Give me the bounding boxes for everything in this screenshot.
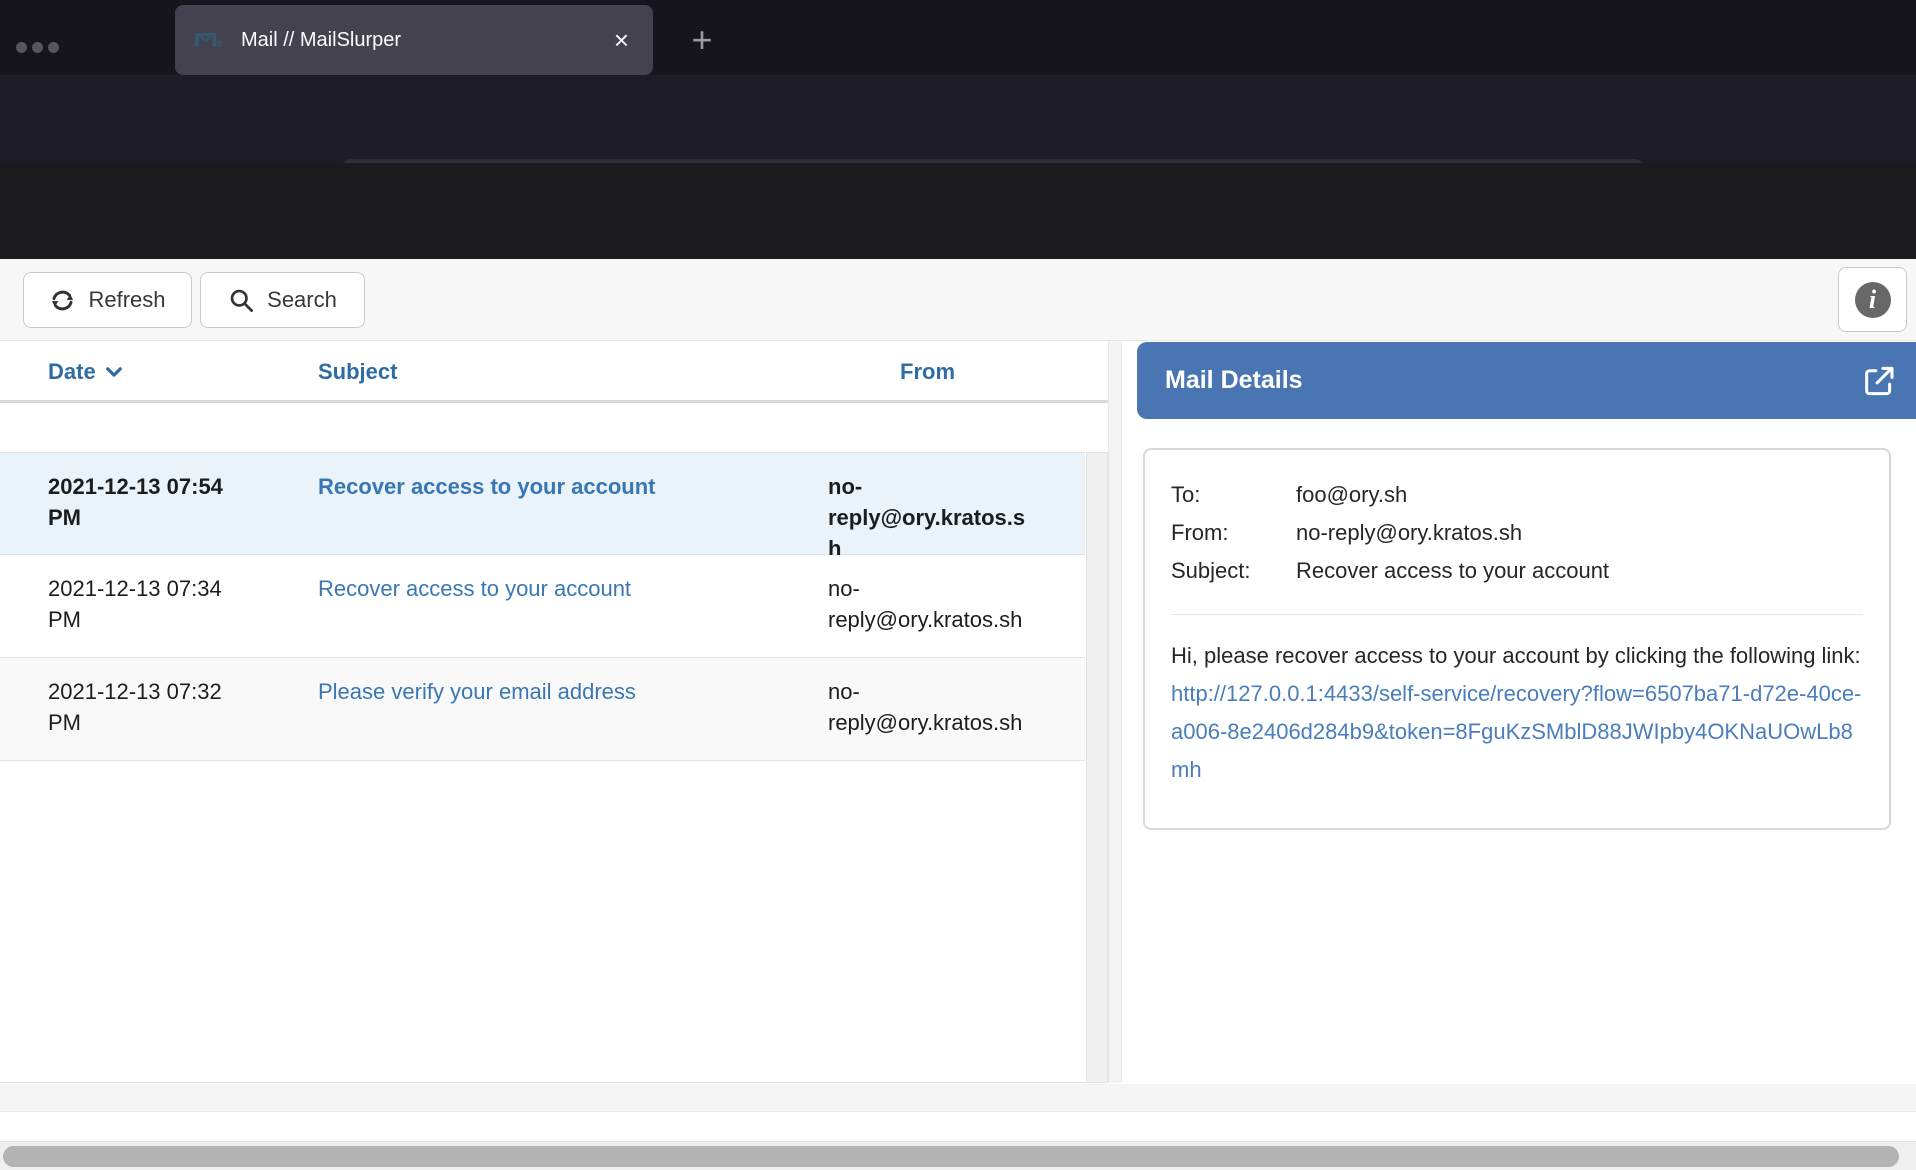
mail-details-title: Mail Details — [1165, 366, 1860, 395]
table-row[interactable]: 2021-12-13 07:32 PM Please verify your e… — [0, 658, 1085, 761]
search-label: Search — [267, 287, 337, 313]
app-toolbar: Refresh Search i — [0, 259, 1916, 341]
recovery-link[interactable]: http://127.0.0.1:4433/self-service/recov… — [1171, 681, 1861, 782]
horizontal-scrollbar-thumb[interactable] — [3, 1146, 1899, 1167]
window-controls — [16, 42, 59, 53]
column-header-date[interactable]: Date — [48, 359, 124, 385]
close-tab-icon[interactable]: × — [610, 27, 633, 53]
refresh-button[interactable]: Refresh — [23, 272, 192, 328]
horizontal-scrollbar-track[interactable] — [0, 1141, 1916, 1170]
open-external-icon[interactable] — [1860, 362, 1898, 400]
field-subject: Subject: Recover access to your account — [1171, 552, 1863, 590]
svg-text:s: s — [216, 38, 222, 48]
field-to: To: foo@ory.sh — [1171, 476, 1863, 514]
field-subject-label: Subject: — [1171, 552, 1296, 590]
table-row[interactable]: 2021-12-13 07:34 PM Recover access to yo… — [0, 555, 1085, 658]
tab-title: Mail // MailSlurper — [241, 29, 610, 52]
mail-body: Hi, please recover access to your accoun… — [1171, 637, 1863, 789]
screen: s Mail // MailSlurper × + 127.0.0.1:4436… — [0, 0, 1916, 1170]
page-bottom-white — [0, 1113, 1916, 1141]
mail-details-card: To: foo@ory.sh From: no-reply@ory.kratos… — [1143, 448, 1891, 830]
subject-link[interactable]: Recover access to your account — [318, 573, 798, 604]
browser-tab[interactable]: s Mail // MailSlurper × — [175, 5, 653, 75]
column-header-subject[interactable]: Subject — [318, 359, 397, 385]
cell-from: no-reply@ory.kratos.sh — [828, 573, 1038, 635]
cell-from: no-reply@ory.kratos.sh — [828, 471, 1038, 564]
content-area: Date Subject From 2021-12-13 07:54 PM Re… — [0, 341, 1916, 1083]
field-to-label: To: — [1171, 476, 1296, 514]
refresh-icon — [49, 287, 76, 314]
info-icon: i — [1855, 282, 1891, 318]
page-bottom-band — [0, 1084, 1916, 1112]
mail-details-header: Mail Details — [1137, 342, 1916, 419]
field-from-value: no-reply@ory.kratos.sh — [1296, 514, 1522, 552]
field-to-value: foo@ory.sh — [1296, 476, 1407, 514]
header-divider — [0, 400, 1110, 403]
cell-date: 2021-12-13 07:32 PM — [48, 676, 253, 738]
mailslurper-favicon-icon: s — [195, 32, 225, 48]
app-header: s — [0, 163, 1916, 259]
window-dot[interactable] — [32, 42, 43, 53]
search-button[interactable]: Search — [200, 272, 365, 328]
browser-tab-bar: s Mail // MailSlurper × + — [0, 0, 1916, 75]
card-divider — [1171, 614, 1863, 615]
cell-from: no-reply@ory.kratos.sh — [828, 676, 1038, 738]
column-header-from[interactable]: From — [900, 359, 955, 385]
window-dot[interactable] — [16, 42, 27, 53]
new-tab-button[interactable]: + — [680, 18, 724, 62]
cell-date: 2021-12-13 07:54 PM — [48, 471, 253, 533]
table-row-selected[interactable]: 2021-12-13 07:54 PM Recover access to yo… — [0, 452, 1085, 555]
field-from-label: From: — [1171, 514, 1296, 552]
cell-date: 2021-12-13 07:34 PM — [48, 573, 253, 635]
refresh-label: Refresh — [88, 287, 165, 313]
mail-body-text: Hi, please recover access to your accoun… — [1171, 643, 1861, 668]
sort-desc-icon — [104, 362, 124, 382]
search-icon — [228, 287, 255, 314]
info-button[interactable]: i — [1838, 267, 1907, 332]
field-from: From: no-reply@ory.kratos.sh — [1171, 514, 1863, 552]
pane-divider — [1108, 341, 1122, 1083]
mail-details-pane: Mail Details To: foo@ory.sh From: no-rep… — [1122, 341, 1916, 1083]
list-scrollbar-track[interactable] — [1086, 452, 1108, 1083]
subject-link[interactable]: Recover access to your account — [318, 471, 798, 502]
browser-nav-bar: 127.0.0.1:4436/# 90% — [0, 75, 1916, 163]
field-subject-value: Recover access to your account — [1296, 552, 1609, 590]
window-dot[interactable] — [48, 42, 59, 53]
subject-link[interactable]: Please verify your email address — [318, 676, 798, 707]
